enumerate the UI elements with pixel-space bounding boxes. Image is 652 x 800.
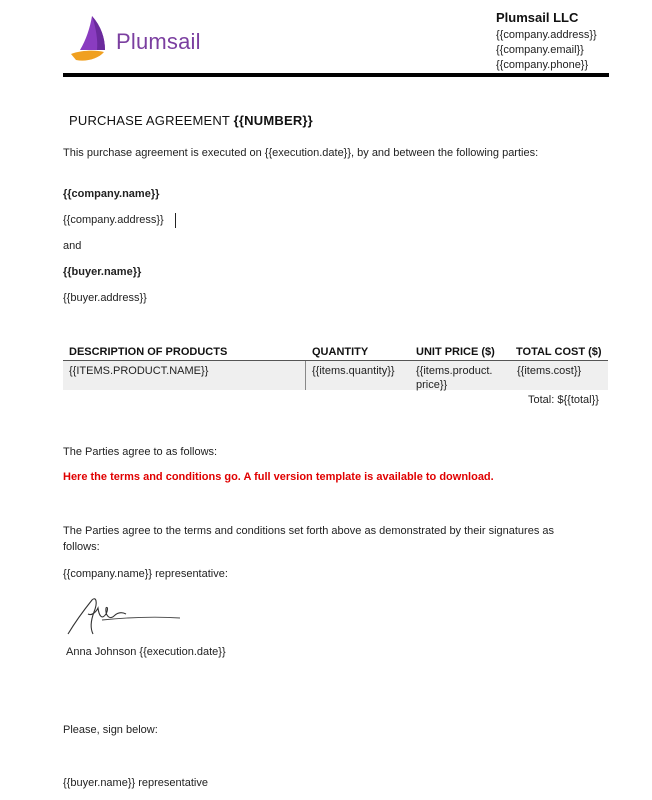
signer-name-date: Anna Johnson {{execution.date}} — [66, 646, 226, 658]
text-cursor — [175, 213, 176, 228]
document-page: Plumsail Plumsail LLC {{company.address}… — [0, 0, 652, 800]
party-buyer-address: {{buyer.address}} — [63, 292, 147, 304]
header-divider — [63, 73, 609, 77]
intro-paragraph: This purchase agreement is executed on {… — [63, 147, 539, 159]
buyer-representative-label: {{buyer.name}} representative — [63, 777, 208, 789]
sign-below-label: Please, sign below: — [63, 724, 158, 736]
company-name-header: Plumsail LLC — [496, 10, 579, 25]
handwritten-signature — [62, 594, 182, 640]
cell-description: {{ITEMS.PRODUCT.NAME}} — [69, 365, 209, 377]
terms-note: Here the terms and conditions go. A full… — [63, 471, 494, 483]
table-total: Total: ${{total}} — [528, 394, 599, 406]
company-address-header: {{company.address}} — [496, 29, 597, 41]
table-column-separator — [305, 361, 306, 390]
company-phone-header: {{company.phone}} — [496, 59, 589, 71]
party-company-name: {{company.name}} — [63, 188, 160, 200]
agree-intro: The Parties agree to as follows: — [63, 446, 218, 458]
col-header-unit-price: UNIT PRICE ($) — [416, 346, 495, 358]
title-number: {{NUMBER}} — [233, 113, 313, 128]
col-header-description: DESCRIPTION OF PRODUCTS — [69, 346, 228, 358]
col-header-total-cost: TOTAL COST ($) — [516, 346, 602, 358]
company-representative-label: {{company.name}} representative: — [63, 568, 228, 580]
col-header-quantity: QUANTITY — [312, 346, 369, 358]
cell-total-cost: {{items.cost}} — [517, 365, 582, 377]
company-email-header: {{company.email}} — [496, 44, 584, 56]
document-title: PURCHASE AGREEMENT {{NUMBER}} — [69, 113, 313, 128]
agree-terms-line2: follows: — [63, 541, 100, 553]
logo-text: Plumsail — [116, 29, 201, 54]
cell-unit-price-line2: price}} — [416, 379, 448, 391]
party-buyer-name: {{buyer.name}} — [63, 266, 142, 278]
signature-icon — [67, 598, 181, 635]
agree-terms-line1: The Parties agree to the terms and condi… — [63, 525, 554, 537]
title-prefix: PURCHASE AGREEMENT — [69, 113, 230, 128]
cell-quantity: {{items.quantity}} — [312, 365, 395, 377]
plumsail-logo-icon — [71, 16, 105, 61]
party-company-address[interactable]: {{company.address}} — [63, 214, 164, 226]
plumsail-logo: Plumsail — [68, 14, 228, 66]
party-and: and — [63, 240, 82, 252]
cell-unit-price-line1: {{items.product. — [416, 365, 493, 377]
